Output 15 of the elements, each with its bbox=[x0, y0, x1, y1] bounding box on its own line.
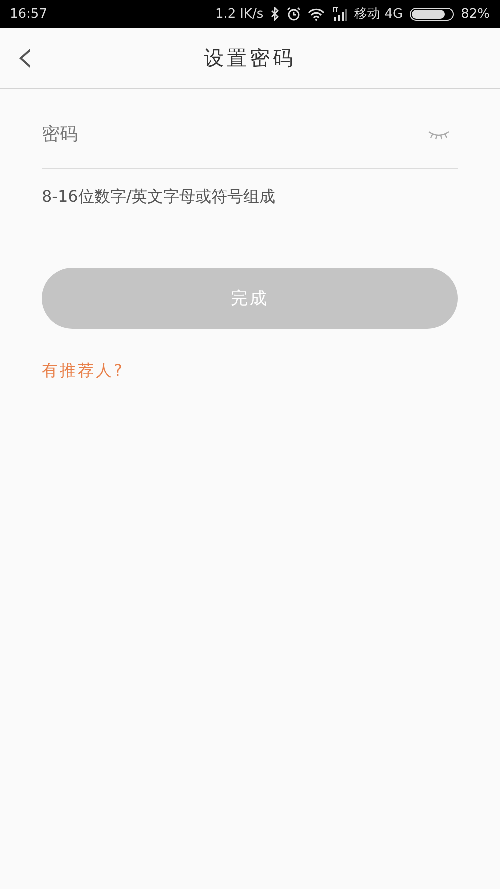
clock: 16:57 bbox=[10, 6, 48, 22]
carrier-label: 移动 4G bbox=[354, 6, 404, 23]
password-field[interactable]: 密码 bbox=[42, 89, 458, 169]
back-button[interactable]: ‹ bbox=[8, 34, 42, 78]
signal-icon bbox=[332, 7, 348, 21]
battery-percent: 82% bbox=[461, 6, 490, 22]
eye-closed-icon[interactable] bbox=[428, 130, 450, 140]
password-hint: 8-16位数字/英文字母或符号组成 bbox=[42, 187, 277, 208]
alarm-icon bbox=[286, 7, 301, 21]
network-speed: 1.2 lK/s bbox=[216, 6, 264, 22]
referrer-link[interactable]: 有推荐人? bbox=[42, 361, 124, 382]
bluetooth-icon bbox=[270, 7, 280, 21]
wifi-icon bbox=[308, 8, 325, 20]
page-title: 设置密码 bbox=[204, 44, 296, 72]
battery-icon bbox=[410, 8, 454, 20]
